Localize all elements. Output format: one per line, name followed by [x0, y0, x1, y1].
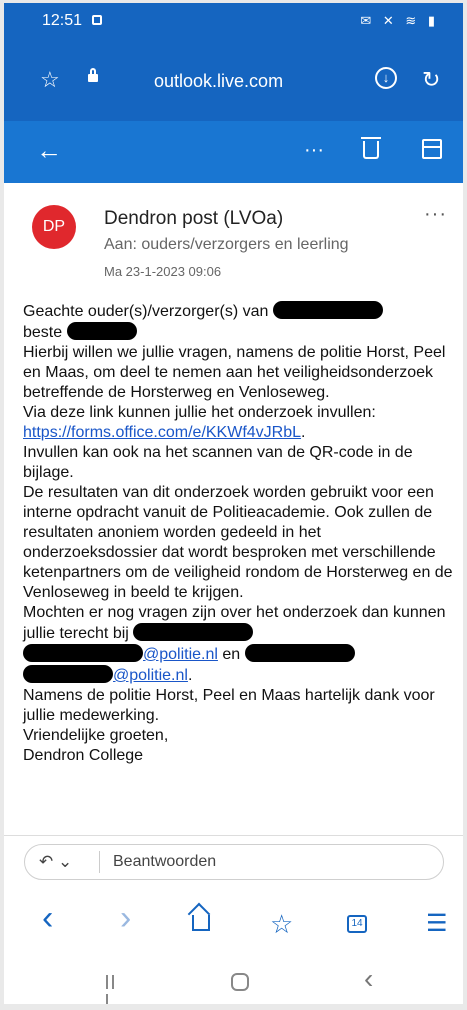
menu-icon[interactable]: ☰ — [426, 910, 448, 938]
redaction — [133, 623, 254, 641]
download-icon[interactable]: ↓ — [375, 67, 397, 89]
notification-icon — [92, 15, 102, 25]
browser-forward-icon[interactable]: › — [120, 901, 131, 935]
mail-toolbar: ← ··· — [4, 121, 463, 183]
bookmarks-star-icon[interactable]: ☆ — [270, 910, 293, 938]
back-arrow-icon[interactable]: ← — [36, 136, 62, 164]
home-icon[interactable] — [192, 915, 210, 931]
reply-label[interactable]: Beantwoorden — [113, 853, 216, 871]
closing-line: Vriendelijke groeten, — [23, 727, 169, 744]
redaction — [66, 322, 137, 340]
body-paragraph: Namens de politie Horst, Peel en Maas ha… — [23, 687, 435, 724]
reply-button[interactable]: ↶ ⌄ Beantwoorden — [24, 844, 444, 880]
body-paragraph: Invullen kan ook na het scannen van de Q… — [23, 444, 413, 481]
phone-screen: 12:51 ✉ ✕ ≋ ▮ ☆ outlook.live.com ↓ ↻ ← ·… — [4, 3, 463, 1004]
survey-link[interactable]: https://forms.office.com/e/KKWf4vJRbL — [23, 424, 301, 441]
url-text[interactable]: outlook.live.com — [154, 71, 283, 92]
email-date: Ma 23-1-2023 09:06 — [104, 264, 222, 279]
more-options-icon[interactable]: ··· — [304, 136, 324, 164]
signature-line: Dendron College — [23, 747, 144, 764]
divider — [99, 851, 100, 873]
sender-name: Dendron post (LVOa) — [104, 208, 284, 229]
email-more-icon[interactable]: ··· — [424, 203, 447, 226]
salutation-line: Geachte ouder(s)/verzorger(s) van — [23, 301, 455, 322]
status-bar: 12:51 ✉ ✕ ≋ ▮ — [4, 3, 463, 41]
status-time: 12:51 — [42, 12, 83, 29]
bookmark-star-icon[interactable]: ☆ — [40, 69, 60, 91]
contact-paragraph: Mochten er nog vragen zijn over het onde… — [23, 604, 446, 684]
contact-email-link[interactable]: @politie.nl — [113, 667, 188, 684]
archive-icon[interactable] — [422, 139, 442, 159]
salutation-line-2: beste — [23, 322, 455, 343]
link-paragraph: Via deze link kunnen jullie het onderzoe… — [23, 404, 376, 441]
browser-bottom-bar: ‹ › ☆ 14 ☰ — [4, 896, 463, 952]
redaction — [23, 665, 113, 683]
home-button-icon[interactable] — [231, 973, 249, 991]
refresh-icon[interactable]: ↻ — [422, 69, 440, 91]
redaction — [244, 644, 355, 662]
recipient-line[interactable]: Aan: ouders/verzorgers en leerling — [104, 236, 349, 254]
divider — [4, 835, 463, 836]
redaction — [272, 301, 383, 319]
body-paragraph: Hierbij willen we jullie vragen, namens … — [23, 344, 446, 401]
browser-address-bar: ☆ outlook.live.com ↓ ↻ — [4, 41, 463, 121]
body-paragraph: De resultaten van dit onderzoek worden g… — [23, 484, 453, 601]
contact-email-link[interactable]: @politie.nl — [143, 646, 218, 663]
recent-apps-icon[interactable] — [106, 975, 122, 1004]
lock-icon[interactable] — [88, 68, 98, 82]
delete-icon[interactable] — [361, 137, 381, 159]
android-nav-bar: ‹ — [4, 953, 463, 1004]
browser-back-icon[interactable]: ‹ — [42, 901, 53, 935]
redaction — [23, 644, 143, 662]
nav-back-icon[interactable]: ‹ — [364, 963, 373, 995]
tabs-icon[interactable]: 14 — [347, 915, 367, 933]
email-body: Geachte ouder(s)/verzorger(s) van beste … — [23, 301, 455, 766]
reply-icon[interactable]: ↶ ⌄ — [39, 852, 72, 872]
status-icons: ✉ ✕ ≋ ▮ — [360, 13, 439, 28]
sender-avatar: DP — [32, 205, 76, 249]
